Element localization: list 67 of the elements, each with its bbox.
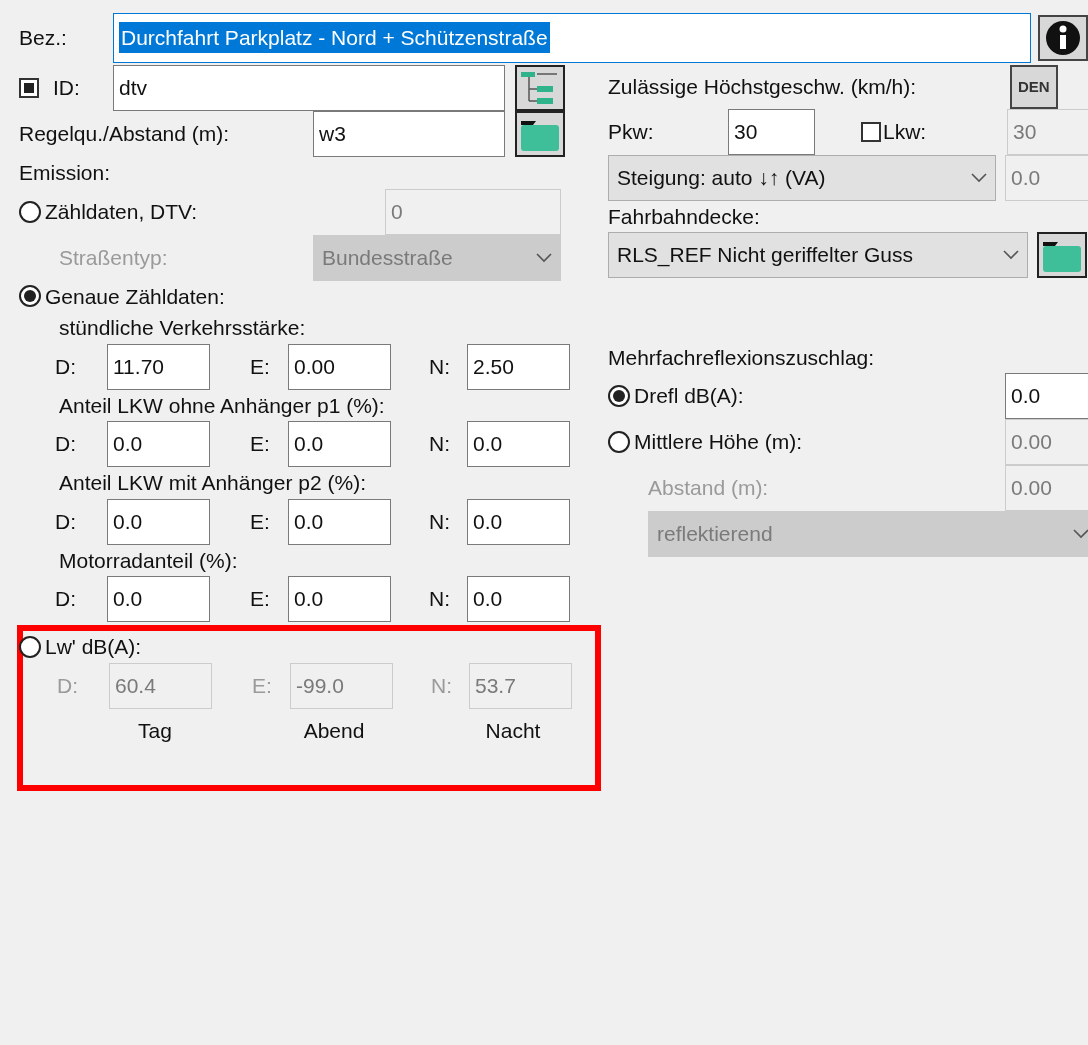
field-label: Straßentyp: (59, 244, 169, 271)
field-label: Motorradanteil (%): (59, 547, 238, 574)
folder-icon[interactable] (1037, 231, 1087, 278)
field-label: N: (429, 353, 451, 380)
field-label: Mehrfachreflexionszuschlag: (608, 344, 875, 371)
input-field[interactable]: Durchfahrt Parkplatz - Nord + Schützenstraße (113, 12, 1031, 63)
radio-button[interactable] (608, 385, 630, 407)
info-icon[interactable] (1038, 14, 1088, 61)
dropdown[interactable]: Steigung: auto ↓↑ (VA) (608, 155, 996, 201)
column-label: Abend (302, 717, 366, 744)
input-field[interactable]: 11.70 (107, 343, 210, 390)
column-label: Nacht (484, 717, 542, 744)
field-label: D: (55, 431, 77, 458)
field-label: Drefl dB(A): (634, 383, 745, 410)
field-label: D: (57, 672, 79, 699)
input-field[interactable]: 0.0 (107, 576, 210, 622)
field-label: D: (55, 586, 77, 613)
field-label: E: (250, 586, 271, 613)
field-label: D: (55, 353, 77, 380)
field-label: Emission: (19, 160, 111, 186)
column-label: Tag (137, 717, 173, 744)
field-label: E: (250, 508, 271, 535)
field-label: Pkw: (608, 119, 655, 146)
field-label: E: (250, 353, 271, 380)
tree-icon[interactable] (515, 65, 565, 111)
field-label: stündliche Verkehrsstärke: (59, 315, 306, 341)
field-label: Lw' dB(A): (45, 634, 142, 660)
input-field[interactable]: 0.0 (467, 576, 570, 622)
field-label: N: (429, 508, 451, 535)
input-field[interactable]: 0.0 (288, 498, 391, 545)
field-label: N: (431, 672, 453, 699)
radio-button[interactable] (19, 285, 41, 308)
folder-icon[interactable] (515, 111, 565, 157)
field-label: Anteil LKW ohne Anhänger p1 (%): (59, 392, 385, 419)
field-label: E: (250, 431, 271, 458)
input-field[interactable]: 30 (728, 109, 815, 155)
field-label: Anteil LKW mit Anhänger p2 (%): (59, 470, 366, 496)
field-label: ID: (53, 75, 81, 102)
field-label: E: (252, 672, 273, 699)
field-label: Bez.: (19, 24, 68, 51)
input-field[interactable]: 0.0 (467, 498, 570, 545)
input-field[interactable]: 0.0 (467, 421, 570, 467)
field-label: Mittlere Höhe (m): (634, 429, 804, 456)
input-field[interactable]: 0.0 (288, 576, 391, 622)
field-label: N: (429, 431, 451, 458)
dropdown[interactable]: RLS_REF Nicht geriffelter Guss (608, 231, 1028, 278)
input-field[interactable]: 0.0 (288, 421, 391, 467)
field-label: Zähldaten, DTV: (45, 198, 199, 225)
input-field[interactable]: 0.0 (1005, 373, 1088, 419)
field-label: D: (55, 508, 77, 535)
field-label: Fahrbahndecke: (608, 204, 760, 230)
field-label: Lkw: (883, 119, 928, 146)
input-field[interactable]: 0.00 (288, 343, 391, 390)
field-label: Zulässige Höchstgeschw. (km/h): (608, 74, 918, 101)
input-field[interactable]: 0.0 (107, 421, 210, 467)
field-label: N: (429, 586, 451, 613)
field-label: Regelqu./Abstand (m): (19, 121, 231, 148)
input-field[interactable]: dtv (113, 65, 505, 111)
chevron-icon[interactable] (1003, 249, 1019, 260)
field-label: Abstand (m): (648, 475, 770, 502)
den-button[interactable]: DEN (1010, 65, 1058, 109)
checkbox[interactable] (19, 78, 39, 98)
input-field[interactable]: w3 (313, 111, 505, 157)
field-label: Genaue Zähldaten: (45, 283, 225, 310)
input-field[interactable]: 2.50 (467, 343, 570, 390)
input-field[interactable]: 0.0 (107, 498, 210, 545)
chevron-icon[interactable] (971, 173, 987, 183)
